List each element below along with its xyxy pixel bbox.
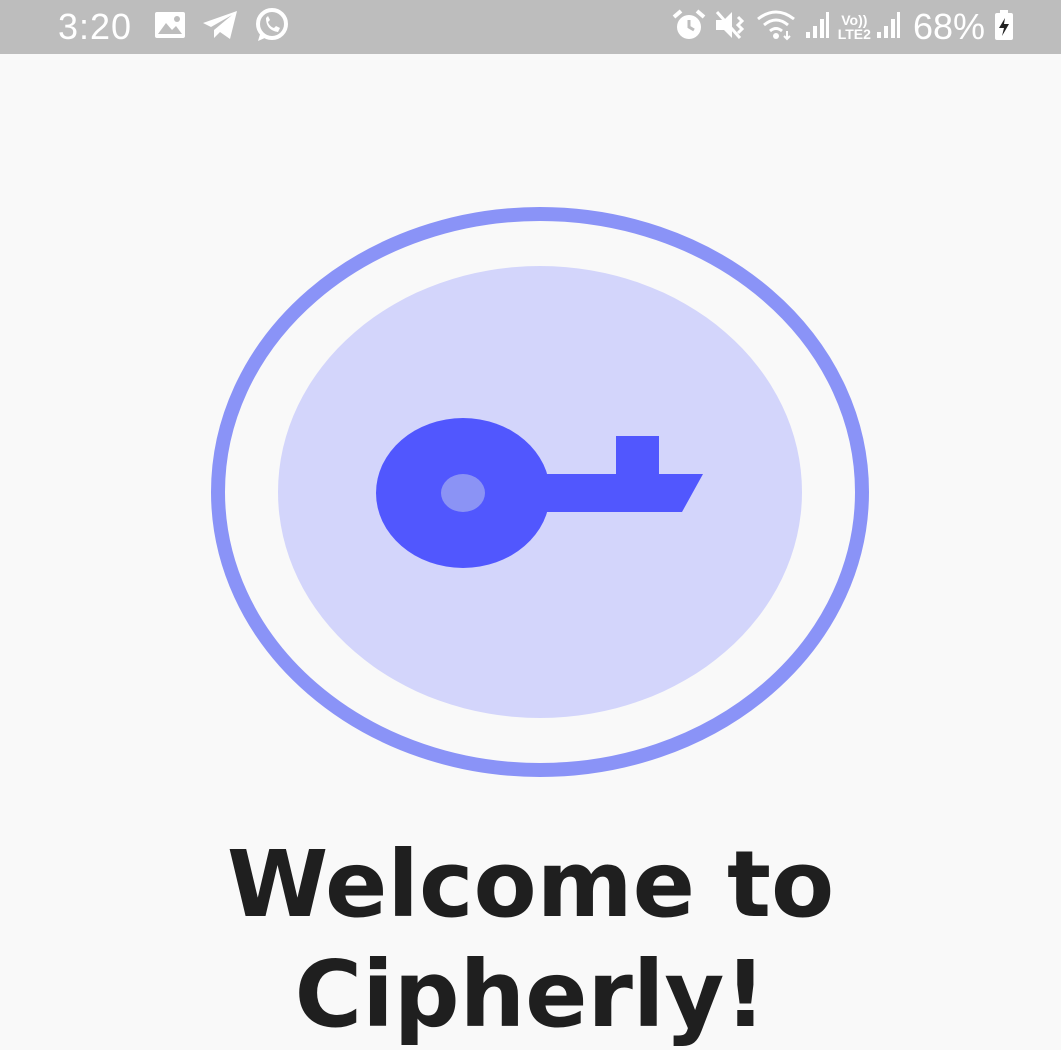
status-bar-left: 3:20 [58, 0, 306, 54]
welcome-title: Welcome to Cipherly! [0, 830, 1061, 1050]
volte-label: Vo)) [841, 12, 868, 28]
onboarding-hero [0, 54, 1061, 814]
status-time: 3:20 [58, 6, 133, 47]
battery-charging-icon [993, 9, 1015, 45]
alarm-icon [672, 9, 706, 45]
battery-percent: 68% [912, 6, 985, 47]
logo-illustration [211, 207, 869, 777]
welcome-title-line2: Cipherly! [294, 941, 767, 1048]
welcome-title-line1: Welcome to [226, 831, 835, 938]
whatsapp-icon [254, 7, 290, 47]
lte-label: Vo)) LTE2 [838, 13, 871, 41]
signal-icon [804, 10, 830, 44]
telegram-icon [202, 10, 238, 44]
signal-icon-2 [875, 10, 901, 44]
status-bar: 3:20 Vo)) LTE2 68% [0, 0, 1061, 54]
wifi-icon [756, 9, 796, 45]
vibrate-icon [714, 9, 748, 45]
status-bar-right: Vo)) LTE2 68% [672, 0, 1023, 54]
lte2-label: LTE2 [837, 26, 871, 42]
gallery-icon [154, 11, 186, 43]
